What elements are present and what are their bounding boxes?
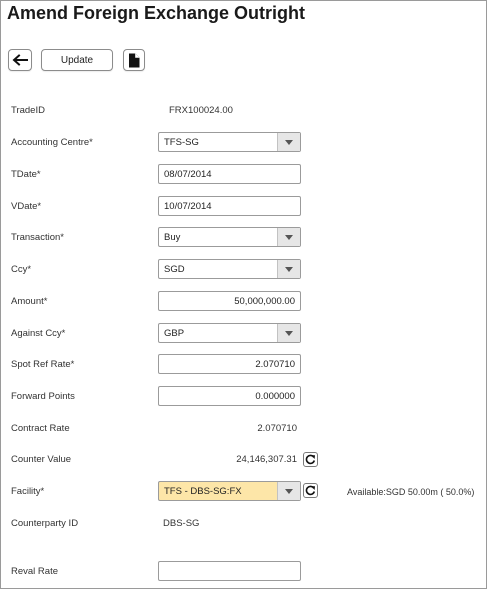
tdate-input[interactable]: 08/07/2014 xyxy=(158,164,301,184)
against-ccy-value: GBP xyxy=(164,328,185,339)
amount-input[interactable]: 50,000,000.00 xyxy=(158,291,301,311)
refresh-icon xyxy=(305,485,316,496)
back-button[interactable] xyxy=(8,49,32,71)
spot-ref-rate-label: Spot Ref Rate* xyxy=(11,359,75,370)
counter-value-value: 24,146,307.31 xyxy=(236,454,297,465)
ccy-select[interactable]: SGD xyxy=(158,259,301,279)
facility-available-text: Available:SGD 50.00m ( 50.0%) xyxy=(347,487,475,497)
ccy-dropdown-button[interactable] xyxy=(277,260,300,278)
accounting-centre-label: Accounting Centre* xyxy=(11,137,93,148)
accounting-centre-value: TFS-SG xyxy=(164,137,199,148)
forward-points-label: Forward Points xyxy=(11,391,75,402)
contract-rate-label: Contract Rate xyxy=(11,423,70,434)
transaction-select[interactable]: Buy xyxy=(158,227,301,247)
reval-rate-label: Reval Rate xyxy=(11,566,58,577)
facility-dropdown-button[interactable] xyxy=(277,482,300,500)
against-ccy-label: Against Ccy* xyxy=(11,328,66,339)
arrow-left-icon xyxy=(12,54,28,66)
tdate-label: TDate* xyxy=(11,169,41,180)
update-button[interactable]: Update xyxy=(41,49,113,71)
amount-label: Amount* xyxy=(11,296,48,307)
against-ccy-select[interactable]: GBP xyxy=(158,323,301,343)
spot-ref-rate-input[interactable]: 2.070710 xyxy=(158,354,301,374)
form-window: Amend Foreign Exchange Outright Update T… xyxy=(0,0,487,589)
contract-rate-value: 2.070710 xyxy=(257,423,297,434)
against-ccy-dropdown-button[interactable] xyxy=(277,324,300,342)
vdate-input[interactable]: 10/07/2014 xyxy=(158,196,301,216)
accounting-centre-select[interactable]: TFS-SG xyxy=(158,132,301,152)
facility-select[interactable]: TFS - DBS-SG:FX xyxy=(158,481,301,501)
trade-id-label: TradeID xyxy=(11,105,45,116)
transaction-value: Buy xyxy=(164,232,181,243)
page-title: Amend Foreign Exchange Outright xyxy=(7,3,306,23)
counter-value-refresh-button[interactable] xyxy=(303,452,318,467)
chevron-down-icon xyxy=(285,139,293,145)
facility-refresh-button[interactable] xyxy=(303,483,318,498)
accounting-centre-dropdown-button[interactable] xyxy=(277,133,300,151)
counterparty-id-label: Counterparty ID xyxy=(11,518,79,529)
trade-id-value: FRX100024.00 xyxy=(169,105,233,116)
document-button[interactable] xyxy=(123,49,145,71)
chevron-down-icon xyxy=(285,488,293,494)
chevron-down-icon xyxy=(285,266,293,272)
counterparty-id-value: DBS-SG xyxy=(163,518,200,529)
ccy-value: SGD xyxy=(164,264,185,275)
transaction-dropdown-button[interactable] xyxy=(277,228,300,246)
ccy-label: Ccy* xyxy=(11,264,32,275)
facility-label: Facility* xyxy=(11,486,45,497)
vdate-label: VDate* xyxy=(11,201,42,212)
forward-points-input[interactable]: 0.000000 xyxy=(158,386,301,406)
reval-rate-input[interactable] xyxy=(158,561,301,581)
refresh-icon xyxy=(305,454,316,465)
chevron-down-icon xyxy=(285,330,293,336)
document-icon xyxy=(129,53,140,67)
chevron-down-icon xyxy=(285,234,293,240)
transaction-label: Transaction* xyxy=(11,232,64,243)
facility-value: TFS - DBS-SG:FX xyxy=(164,486,242,497)
counter-value-label: Counter Value xyxy=(11,454,72,465)
